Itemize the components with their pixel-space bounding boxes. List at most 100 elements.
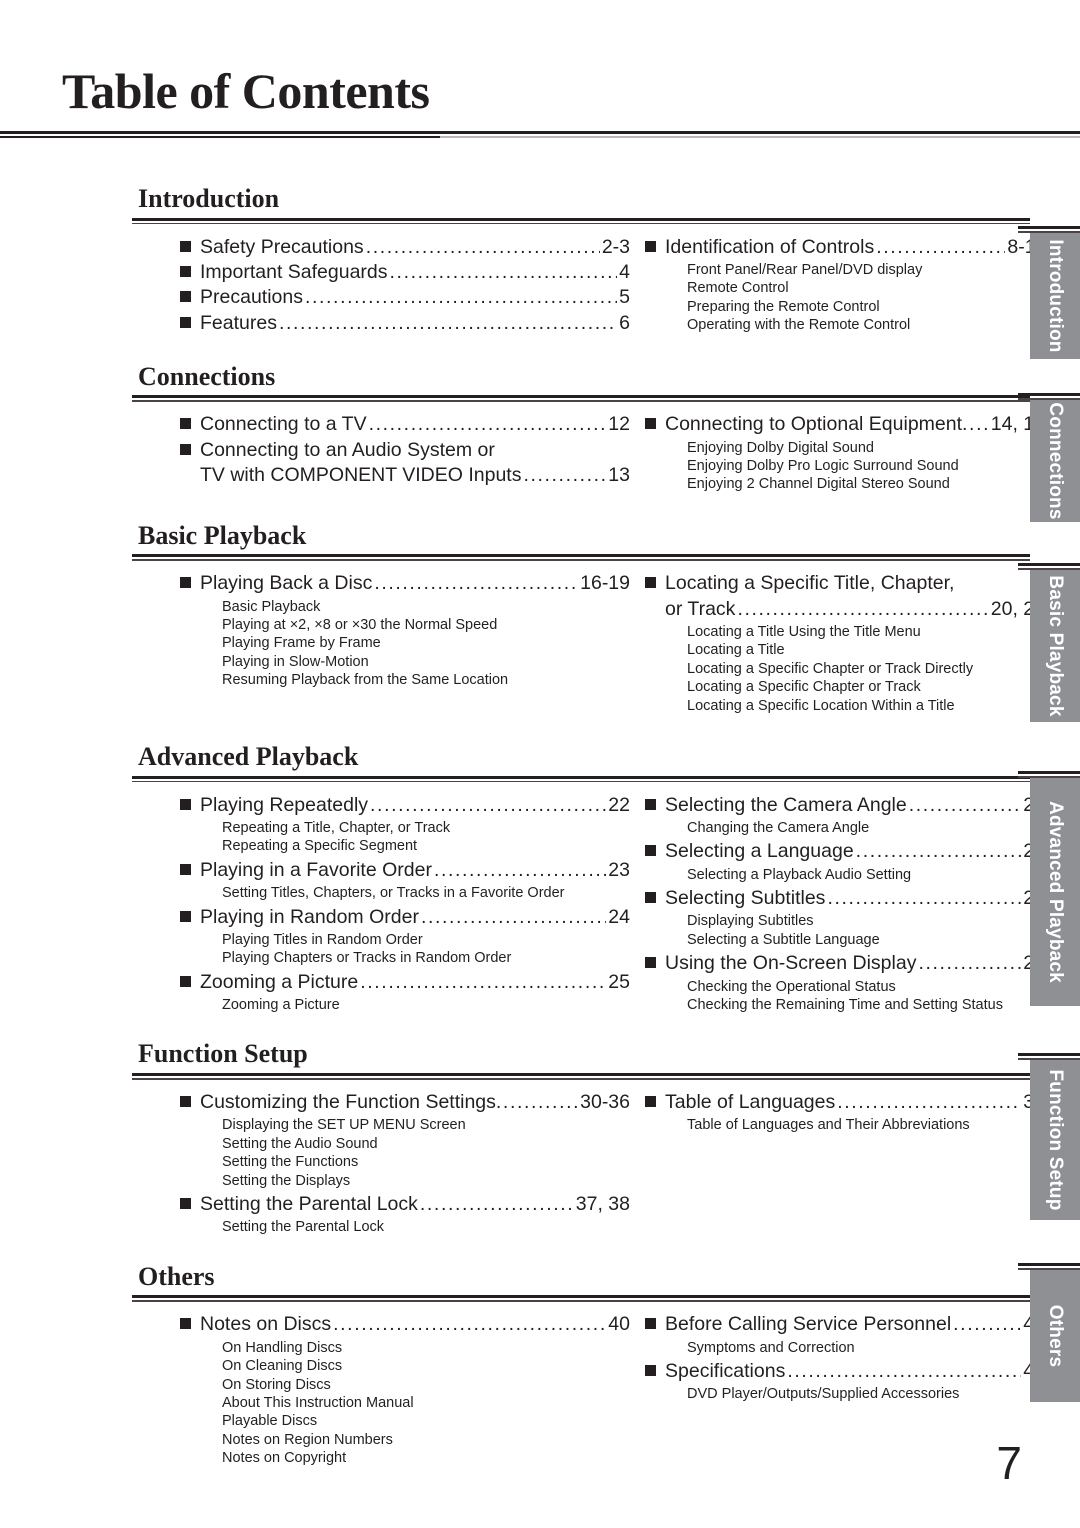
toc-subentry: Preparing the Remote Control — [687, 298, 880, 315]
toc-entry-title: Setting the Parental Lock — [200, 1193, 418, 1215]
toc-subentry: Operating with the Remote Control — [687, 317, 911, 334]
toc-entry-page: 12 — [608, 413, 630, 436]
toc-subentry: Selecting a Playback Audio Setting — [687, 866, 912, 883]
toc-subentry: Zooming a Picture — [222, 997, 340, 1014]
toc-subentry-list: Selecting a Playback Audio Setting — [687, 866, 1045, 884]
square-bullet-icon — [645, 577, 656, 589]
section-tab-connections[interactable]: Connections — [1018, 393, 1080, 522]
section-divider — [132, 775, 1030, 784]
section-tab-others[interactable]: Others — [1018, 1263, 1080, 1402]
toc-subentry-list: Enjoying Dolby Digital Sound Enjoying Dol… — [687, 439, 1045, 494]
toc-subentry: Repeating a Title, Chapter, or Track — [222, 819, 451, 836]
toc-entry[interactable]: Selecting a Language....................… — [645, 839, 1045, 864]
toc-entry[interactable]: Safety Precautions......................… — [180, 235, 630, 260]
toc-entry-page: 37, 38 — [575, 1193, 630, 1215]
toc-subentry: Notes on Copyright — [222, 1450, 347, 1467]
toc-entry-title: Locating a Specific Title, Chapter, — [665, 572, 955, 595]
section-tab-label: Connections — [1045, 402, 1066, 520]
toc-subentry-list: Front Panel/Rear Panel/DVD display Remote… — [687, 261, 1045, 335]
section-column-right: Before Calling Service Personnel........… — [645, 1312, 1045, 1469]
toc-entry[interactable]: Connecting to a TV......................… — [180, 412, 630, 437]
square-bullet-icon — [180, 798, 191, 810]
section-tab-function-setup[interactable]: Function Setup — [1018, 1053, 1080, 1220]
toc-subentry: Displaying the SET UP MENU Screen — [222, 1117, 466, 1134]
section-columns: Playing Repeatedly......................… — [0, 793, 1080, 1017]
square-bullet-icon — [180, 418, 191, 430]
title-divider — [0, 131, 1080, 140]
toc-entry-title: Customizing the Function Settings — [200, 1091, 496, 1114]
toc-entry[interactable]: Playing Repeatedly......................… — [180, 793, 630, 818]
toc-subentry: Changing the Camera Angle — [687, 819, 870, 836]
toc-entry[interactable]: Zooming a Picture.......................… — [180, 970, 630, 995]
toc-entry-continuation[interactable]: or Track................................… — [645, 597, 1045, 622]
leader-dots: ........................................… — [389, 260, 618, 283]
toc-entry[interactable]: Using the On-Screen Display.............… — [645, 951, 1045, 976]
square-bullet-icon — [645, 418, 656, 430]
toc-subentry: Playing in Slow-Motion — [222, 653, 369, 670]
toc-subentry: Table of Languages and Their Abbreviatio… — [687, 1117, 970, 1134]
toc-entry[interactable]: Specifications..........................… — [645, 1359, 1045, 1384]
tab-rule — [1018, 563, 1080, 566]
toc-entry[interactable]: Connecting to Optional Equipment........… — [645, 412, 1045, 437]
toc-subentry: Enjoying Dolby Pro Logic Surround Sound — [687, 457, 959, 474]
section-columns: Playing Back a Disc.....................… — [0, 571, 1080, 717]
toc-entry-page: 13 — [608, 463, 630, 486]
tab-rule-secondary — [1018, 568, 1080, 570]
toc-subentry: Locating a Specific Location Within a Ti… — [687, 697, 955, 714]
leader-dots: ........................................… — [495, 1091, 578, 1114]
toc-subentry: Notes on Region Numbers — [222, 1431, 393, 1448]
section-columns: Connecting to a TV......................… — [0, 412, 1080, 496]
toc-subentry-list: DVD Player/Outputs/Supplied Accessories — [687, 1385, 1045, 1403]
toc-entry-continuation[interactable]: TV with COMPONENT VIDEO Inputs..........… — [180, 463, 630, 488]
toc-entry[interactable]: Playing Back a Disc.....................… — [180, 571, 630, 596]
toc-subentry: Setting Titles, Chapters, or Tracks in a… — [222, 885, 565, 902]
toc-entry[interactable]: Selecting the Camera Angle..............… — [645, 793, 1045, 818]
toc-entry[interactable]: Notes on Discs..........................… — [180, 1312, 630, 1337]
toc-entry[interactable]: Table of Languages......................… — [645, 1090, 1045, 1115]
leader-dots: ........................................… — [737, 597, 988, 620]
leader-dots: ........................................… — [827, 887, 1022, 910]
section-tab-basic-playback[interactable]: Basic Playback — [1018, 563, 1080, 722]
toc-entry[interactable]: Selecting Subtitles.....................… — [645, 886, 1045, 911]
toc-subentry: Playing at ×2, ×8 or ×30 the Normal Spee… — [222, 617, 498, 634]
toc-subentry: Playable Discs — [222, 1413, 318, 1430]
leader-dots: ........................................… — [360, 970, 606, 993]
toc-entry[interactable]: Identification of Controls..............… — [645, 235, 1045, 260]
toc-entry[interactable]: Setting the Parental Lock...............… — [180, 1192, 630, 1217]
square-bullet-icon — [180, 863, 191, 875]
leader-dots: ........................................… — [837, 1091, 1021, 1114]
toc-entry[interactable]: Playing in a Favorite Order.............… — [180, 858, 630, 883]
toc-entry[interactable]: Locating a Specific Title, Chapter, — [645, 571, 1045, 596]
toc-entry[interactable]: Playing in Random Order.................… — [180, 905, 630, 930]
toc-subentry-list: Zooming a Picture — [222, 996, 630, 1014]
square-bullet-icon — [645, 1318, 656, 1330]
toc-entry-title: Safety Precautions — [200, 235, 364, 258]
toc-subentry: On Storing Discs — [222, 1376, 331, 1393]
toc-subentry: Playing Frame by Frame — [222, 635, 381, 652]
toc-entry-title: Connecting to an Audio System or — [200, 438, 495, 461]
toc-subentry: Checking the Remaining Time and Setting … — [687, 997, 1003, 1014]
section-tab-advanced-playback[interactable]: Advanced Playback — [1018, 771, 1080, 1006]
toc-entry[interactable]: Features................................… — [180, 311, 630, 336]
section-tab-introduction[interactable]: Introduction — [1018, 226, 1080, 359]
toc-entry-page: 24 — [608, 905, 630, 928]
toc-entry[interactable]: Important Safeguards....................… — [180, 260, 630, 285]
leader-dots: ........................................… — [876, 235, 1005, 258]
toc-subentry: Selecting a Subtitle Language — [687, 931, 880, 948]
section-tab-label: Basic Playback — [1045, 575, 1066, 717]
toc-entry[interactable]: Customizing the Function Settings.......… — [180, 1090, 630, 1115]
toc-entry[interactable]: Before Calling Service Personnel........… — [645, 1312, 1045, 1337]
square-bullet-icon — [645, 798, 656, 810]
section-divider — [132, 395, 1030, 403]
tab-rule — [1018, 393, 1080, 396]
tab-rule-secondary — [1018, 231, 1080, 233]
toc-subentry-list: Changing the Camera Angle — [687, 819, 1045, 837]
toc-entry[interactable]: Precautions.............................… — [180, 285, 630, 310]
toc-subentry-list: Locating a Title Using the Title Menu Loc… — [687, 623, 1045, 715]
tab-rule-secondary — [1018, 1268, 1080, 1270]
toc-entry[interactable]: Connecting to an Audio System or — [180, 438, 630, 463]
section-tab-label: Introduction — [1045, 239, 1066, 353]
toc-subentry: Setting the Parental Lock — [222, 1219, 385, 1236]
section-tab-label: Others — [1045, 1304, 1066, 1368]
section-tab-label: Advanced Playback — [1045, 801, 1066, 983]
